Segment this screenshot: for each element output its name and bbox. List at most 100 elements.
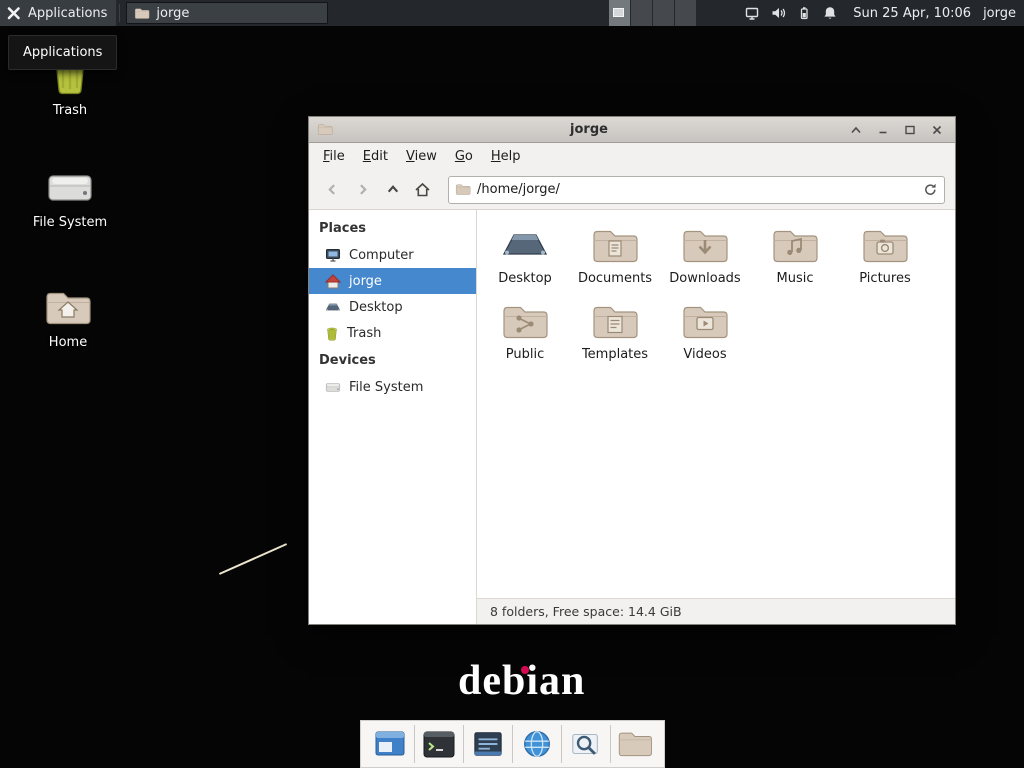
path-input[interactable] bbox=[477, 182, 917, 197]
up-button[interactable] bbox=[379, 176, 406, 203]
file-item-music[interactable]: Music bbox=[750, 222, 840, 286]
launcher-desktop-windows[interactable] bbox=[369, 723, 411, 765]
taskbar-window-button[interactable]: jorge bbox=[126, 2, 328, 24]
menu-help[interactable]: Help bbox=[482, 144, 530, 169]
forward-button[interactable] bbox=[349, 176, 376, 203]
menu-file[interactable]: File bbox=[314, 144, 354, 169]
desktop-icon-home[interactable]: Home bbox=[20, 288, 116, 350]
desktop[interactable]: Applications jorge bbox=[0, 0, 1024, 768]
volume-icon bbox=[770, 5, 786, 21]
file-item-documents[interactable]: Documents bbox=[570, 222, 660, 286]
display-status-button[interactable] bbox=[739, 0, 765, 26]
workspace-3[interactable] bbox=[653, 0, 675, 26]
main-column: Desktop Documents bbox=[477, 210, 955, 624]
folder-icon bbox=[617, 729, 653, 759]
refresh-icon bbox=[923, 182, 938, 197]
file-item-label: Downloads bbox=[669, 271, 740, 286]
tooltip-text: Applications bbox=[23, 45, 102, 60]
window-title: jorge bbox=[339, 122, 839, 137]
pathbar-folder-icon bbox=[455, 183, 471, 196]
desktop-icon-label: Trash bbox=[53, 103, 87, 118]
sidebar-item-desktop[interactable]: Desktop bbox=[309, 294, 476, 320]
file-item-templates[interactable]: Templates bbox=[570, 298, 660, 362]
shade-button[interactable] bbox=[845, 120, 866, 139]
magnifier-icon bbox=[570, 728, 602, 760]
folder-icon bbox=[134, 7, 150, 20]
templates-folder-icon bbox=[591, 298, 639, 342]
volume-button[interactable] bbox=[765, 0, 791, 26]
home-folder-icon bbox=[44, 288, 92, 328]
close-button[interactable] bbox=[926, 120, 947, 139]
clock[interactable]: Sun 25 Apr, 10:06 bbox=[853, 6, 971, 21]
refresh-button[interactable] bbox=[923, 182, 938, 197]
minimize-icon bbox=[877, 125, 889, 135]
file-item-videos[interactable]: Videos bbox=[660, 298, 750, 362]
terminal-icon bbox=[422, 728, 456, 760]
close-icon bbox=[931, 125, 943, 135]
bell-icon bbox=[822, 5, 838, 21]
applications-menu-label: Applications bbox=[28, 6, 107, 21]
shade-icon bbox=[850, 125, 862, 135]
console-icon bbox=[472, 728, 504, 760]
pathbar[interactable] bbox=[448, 176, 945, 204]
minimize-button[interactable] bbox=[872, 120, 893, 139]
file-item-label: Templates bbox=[582, 347, 648, 362]
file-view: Desktop Documents bbox=[477, 210, 955, 598]
home-button[interactable] bbox=[409, 176, 436, 203]
maximize-button[interactable] bbox=[899, 120, 920, 139]
power-manager-button[interactable] bbox=[791, 0, 817, 26]
file-item-public[interactable]: Public bbox=[480, 298, 570, 362]
window-titlebar[interactable]: jorge bbox=[309, 117, 955, 143]
launcher-app-finder[interactable] bbox=[565, 723, 607, 765]
dock-separator bbox=[561, 725, 562, 763]
workspace-1[interactable] bbox=[609, 0, 631, 26]
pictures-folder-icon bbox=[861, 222, 909, 266]
menu-edit[interactable]: Edit bbox=[354, 144, 397, 169]
launcher-console[interactable] bbox=[467, 723, 509, 765]
bottom-dock bbox=[360, 720, 665, 768]
up-icon bbox=[386, 183, 400, 196]
public-folder-icon bbox=[501, 298, 549, 342]
file-item-desktop[interactable]: Desktop bbox=[480, 222, 570, 286]
file-item-pictures[interactable]: Pictures bbox=[840, 222, 930, 286]
file-item-label: Public bbox=[506, 347, 544, 362]
file-item-label: Desktop bbox=[498, 271, 552, 286]
sidebar-header-places: Places bbox=[309, 214, 476, 242]
panel-username: jorge bbox=[983, 6, 1016, 21]
workspace-2[interactable] bbox=[631, 0, 653, 26]
applications-tooltip: Applications bbox=[8, 35, 117, 70]
debian-wordmark: debian bbox=[458, 658, 585, 704]
desktop-icon-filesystem[interactable]: File System bbox=[22, 168, 118, 230]
applications-menu-button[interactable]: Applications bbox=[0, 0, 116, 26]
drive-icon bbox=[325, 381, 341, 394]
sidebar-item-label: Computer bbox=[349, 248, 414, 263]
file-item-downloads[interactable]: Downloads bbox=[660, 222, 750, 286]
toolbar bbox=[309, 170, 955, 210]
sidebar-item-jorge[interactable]: jorge bbox=[309, 268, 476, 294]
drive-icon bbox=[46, 168, 94, 208]
launcher-file-manager[interactable] bbox=[614, 723, 656, 765]
workspace-4[interactable] bbox=[675, 0, 697, 26]
sidebar-item-filesystem[interactable]: File System bbox=[309, 374, 476, 400]
notifications-button[interactable] bbox=[817, 0, 843, 26]
xfce-logo-icon bbox=[6, 5, 22, 21]
forward-icon bbox=[356, 183, 369, 196]
globe-icon bbox=[521, 728, 553, 760]
sidebar-item-trash[interactable]: Trash bbox=[309, 320, 476, 346]
back-button[interactable] bbox=[319, 176, 346, 203]
dock-separator bbox=[414, 725, 415, 763]
sidebar-item-computer[interactable]: Computer bbox=[309, 242, 476, 268]
desktop-icon-label: Home bbox=[49, 335, 87, 350]
menu-view[interactable]: View bbox=[397, 144, 446, 169]
battery-icon bbox=[796, 5, 812, 21]
debian-logo: debian bbox=[458, 660, 585, 702]
launcher-web-browser[interactable] bbox=[516, 723, 558, 765]
file-item-label: Music bbox=[777, 271, 814, 286]
launcher-terminal[interactable] bbox=[418, 723, 460, 765]
dock-separator bbox=[610, 725, 611, 763]
menu-go[interactable]: Go bbox=[446, 144, 482, 169]
back-icon bbox=[326, 183, 339, 196]
computer-icon bbox=[325, 247, 341, 263]
workspace-switcher bbox=[609, 0, 697, 26]
desktop-icon-label: File System bbox=[33, 215, 107, 230]
